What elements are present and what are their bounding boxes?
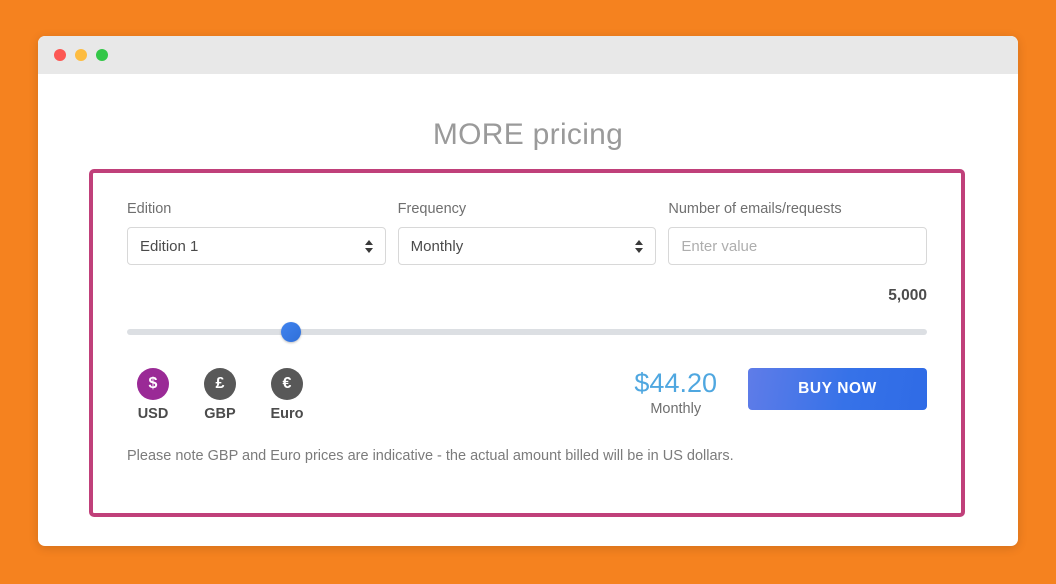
slider-value-display: 5,000 [888,287,927,304]
quantity-input[interactable]: Enter value [668,227,928,265]
pricing-calculator-panel: Edition Edition 1 Frequency Monthly Numb… [89,169,965,517]
currency-option-gbp[interactable]: £ GBP [194,368,246,422]
currency-label-usd: USD [137,406,169,422]
buy-now-button[interactable]: BUY NOW [748,368,927,410]
currency-label-gbp: GBP [204,406,236,422]
slider-thumb[interactable] [281,322,301,342]
maximize-window-button[interactable] [96,49,108,61]
pricing-form-row: Edition Edition 1 Frequency Monthly Numb… [127,201,928,265]
close-window-button[interactable] [54,49,66,61]
window-titlebar [38,36,1018,74]
quantity-placeholder: Enter value [681,237,758,255]
pound-icon: £ [204,368,236,400]
frequency-selected-value: Monthly [410,237,464,255]
dollar-icon: $ [137,368,169,400]
currency-selector: $ USD £ GBP € Euro [127,368,313,422]
action-row: $ USD £ GBP € Euro $44.20 Monthly BUY NO… [127,368,927,422]
chevron-updown-icon [635,238,644,254]
currency-option-euro[interactable]: € Euro [261,368,313,422]
minimize-window-button[interactable] [75,49,87,61]
quantity-field: Number of emails/requests Enter value [668,201,928,265]
chevron-updown-icon [364,238,374,254]
quantity-slider[interactable] [127,322,927,342]
browser-window: MORE pricing Edition Edition 1 Frequency… [38,36,1018,546]
edition-select[interactable]: Edition 1 [127,227,386,265]
edition-label: Edition [127,201,172,217]
currency-option-usd[interactable]: $ USD [127,368,179,422]
frequency-label: Frequency [397,201,467,217]
frequency-select[interactable]: Monthly [397,227,657,265]
price-amount: $44.20 [634,368,717,398]
price-block: $44.20 Monthly [634,368,717,418]
page-title: MORE pricing [432,118,624,151]
frequency-field: Frequency Monthly [397,201,657,265]
edition-field: Edition Edition 1 [127,201,386,265]
currency-footnote: Please note GBP and Euro prices are indi… [127,448,734,464]
euro-icon: € [271,368,303,400]
price-and-buy: $44.20 Monthly BUY NOW [634,368,927,417]
currency-label-euro: Euro [270,406,304,422]
price-period: Monthly [650,401,702,418]
slider-track[interactable] [127,329,927,335]
edition-selected-value: Edition 1 [140,237,199,255]
quantity-label: Number of emails/requests [668,201,842,217]
